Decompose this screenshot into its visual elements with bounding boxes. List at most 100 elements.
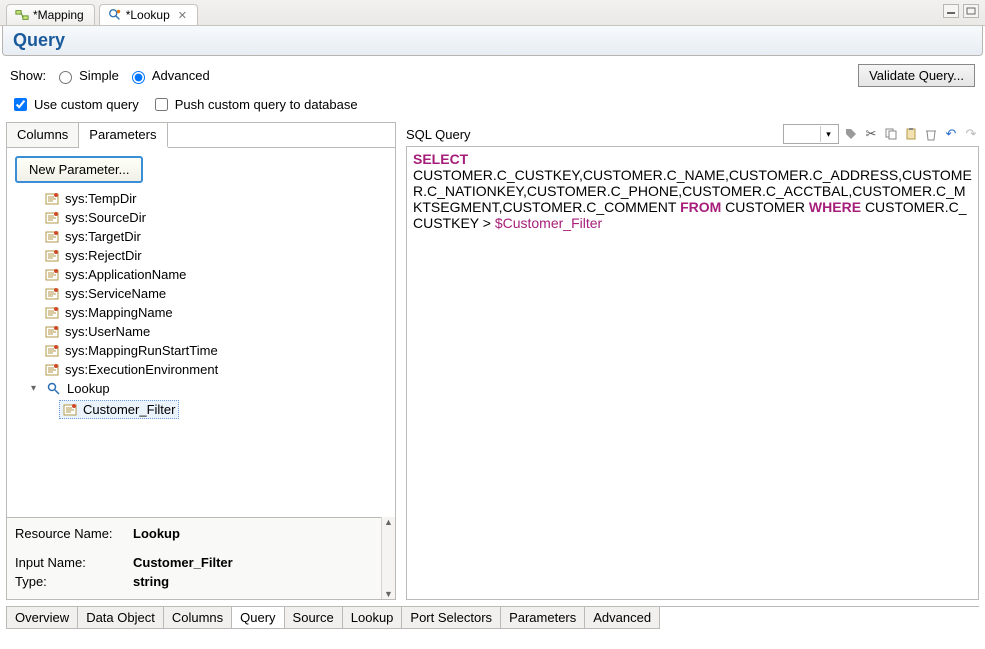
details-scrollbar[interactable]: ▲▼ xyxy=(381,517,395,599)
bottom-tab-query[interactable]: Query xyxy=(232,607,284,629)
subtab-columns[interactable]: Columns xyxy=(7,123,79,147)
param-item[interactable]: sys:ExecutionEnvironment xyxy=(45,360,393,379)
parameter-tree[interactable]: sys:TempDir sys:SourceDir sys:TargetDir … xyxy=(7,187,395,517)
tab-mapping-label: *Mapping xyxy=(33,8,84,22)
maximize-button[interactable] xyxy=(963,4,979,18)
show-label: Show: xyxy=(10,68,46,83)
new-parameter-button[interactable]: New Parameter... xyxy=(15,156,143,183)
bottom-tab-lookup[interactable]: Lookup xyxy=(343,607,403,629)
param-item[interactable]: sys:RejectDir xyxy=(45,246,393,265)
param-customer-filter[interactable]: Customer_Filter xyxy=(59,398,393,421)
param-item-label: sys:SourceDir xyxy=(65,210,146,225)
tab-lookup[interactable]: *Lookup ✕ xyxy=(99,4,198,25)
lookup-icon xyxy=(108,8,122,22)
show-simple-input[interactable] xyxy=(59,71,72,84)
param-item[interactable]: sys:TempDir xyxy=(45,189,393,208)
type-label: Type: xyxy=(15,574,125,589)
redo-icon[interactable]: ↷ xyxy=(963,126,979,142)
param-item-label: sys:RejectDir xyxy=(65,248,142,263)
sql-filter-combo[interactable]: ▾ xyxy=(783,124,839,144)
new-param-wrap: New Parameter... xyxy=(7,148,395,187)
show-simple-label: Simple xyxy=(79,68,119,83)
minimize-button[interactable] xyxy=(943,4,959,18)
show-advanced-input[interactable] xyxy=(132,71,145,84)
param-lookup-node[interactable]: ▾ Lookup xyxy=(31,379,393,398)
bottom-tab-port-selectors[interactable]: Port Selectors xyxy=(402,607,501,629)
param-item-label: sys:ServiceName xyxy=(65,286,166,301)
param-icon xyxy=(45,268,59,282)
param-item-label: sys:ExecutionEnvironment xyxy=(65,362,218,377)
param-icon xyxy=(45,211,59,225)
push-query-label: Push custom query to database xyxy=(175,97,358,112)
sql-param-customer-filter: $Customer_Filter xyxy=(495,215,602,231)
push-query-checkbox[interactable]: Push custom query to database xyxy=(151,95,358,114)
push-query-input[interactable] xyxy=(155,98,168,111)
sql-header: SQL Query ▾ ✂ ↶ ↷ xyxy=(406,122,979,146)
subtab-parameters[interactable]: Parameters xyxy=(79,123,167,148)
lookup-icon xyxy=(47,382,61,396)
param-item[interactable]: sys:ApplicationName xyxy=(45,265,393,284)
right-pane: SQL Query ▾ ✂ ↶ ↷ SELECT CUSTOMER.C_CUST… xyxy=(406,122,979,600)
query-section-header: Query xyxy=(2,26,983,56)
cut-icon[interactable]: ✂ xyxy=(863,126,879,142)
sql-toolbar: ▾ ✂ ↶ ↷ xyxy=(783,124,979,144)
param-item[interactable]: sys:MappingName xyxy=(45,303,393,322)
bottom-tab-data-object[interactable]: Data Object xyxy=(78,607,164,629)
sql-query-label: SQL Query xyxy=(406,127,471,142)
param-item[interactable]: sys:SourceDir xyxy=(45,208,393,227)
chevron-down-icon: ▾ xyxy=(820,126,836,142)
left-pane: Columns Parameters New Parameter... sys:… xyxy=(6,122,396,600)
tag-icon[interactable] xyxy=(843,126,859,142)
show-advanced-radio[interactable]: Advanced xyxy=(127,68,210,84)
resource-name-value: Lookup xyxy=(133,526,180,541)
close-icon[interactable]: ✕ xyxy=(178,9,187,22)
sql-body-2: CUSTOMER xyxy=(725,199,809,215)
bottom-tab-parameters[interactable]: Parameters xyxy=(501,607,585,629)
param-item-label: sys:TempDir xyxy=(65,191,137,206)
main-content: Columns Parameters New Parameter... sys:… xyxy=(6,122,979,600)
type-value: string xyxy=(133,574,169,589)
bottom-tab-overview[interactable]: Overview xyxy=(6,607,78,629)
input-name-label: Input Name: xyxy=(15,555,125,570)
param-item[interactable]: sys:UserName xyxy=(45,322,393,341)
param-icon xyxy=(45,344,59,358)
param-customer-filter-label: Customer_Filter xyxy=(83,402,175,417)
bottom-tab-source[interactable]: Source xyxy=(285,607,343,629)
resource-name-label: Resource Name: xyxy=(15,526,125,541)
param-icon xyxy=(45,230,59,244)
param-icon xyxy=(45,325,59,339)
expand-icon[interactable]: ▾ xyxy=(31,383,41,394)
bottom-tab-columns[interactable]: Columns xyxy=(164,607,232,629)
tab-lookup-label: *Lookup xyxy=(126,8,170,22)
param-item-label: sys:TargetDir xyxy=(65,229,141,244)
left-subtabs: Columns Parameters xyxy=(7,123,395,148)
show-mode-row: Show: Simple Advanced Validate Query... xyxy=(0,56,985,91)
show-advanced-label: Advanced xyxy=(152,68,210,83)
paste-icon[interactable] xyxy=(903,126,919,142)
param-icon xyxy=(45,287,59,301)
parameter-details-pane: Resource Name: Lookup Input Name: Custom… xyxy=(7,517,381,599)
param-item-label: sys:MappingRunStartTime xyxy=(65,343,218,358)
param-icon xyxy=(63,403,77,417)
show-simple-radio[interactable]: Simple xyxy=(54,68,119,84)
use-custom-query-checkbox[interactable]: Use custom query xyxy=(10,95,139,114)
copy-icon[interactable] xyxy=(883,126,899,142)
sql-keyword-where: WHERE xyxy=(809,199,861,215)
validate-query-button[interactable]: Validate Query... xyxy=(858,64,975,87)
sql-keyword-select: SELECT xyxy=(413,151,468,167)
use-custom-query-input[interactable] xyxy=(14,98,27,111)
bottom-tab-bar: Overview Data Object Columns Query Sourc… xyxy=(6,606,979,629)
undo-icon[interactable]: ↶ xyxy=(943,126,959,142)
param-item[interactable]: sys:ServiceName xyxy=(45,284,393,303)
window-controls xyxy=(943,4,979,18)
param-item[interactable]: sys:MappingRunStartTime xyxy=(45,341,393,360)
mapping-icon xyxy=(15,8,29,22)
tab-mapping[interactable]: *Mapping xyxy=(6,4,95,25)
param-item[interactable]: sys:TargetDir xyxy=(45,227,393,246)
sql-keyword-from: FROM xyxy=(680,199,721,215)
param-icon xyxy=(45,363,59,377)
param-icon xyxy=(45,192,59,206)
delete-icon[interactable] xyxy=(923,126,939,142)
sql-query-editor[interactable]: SELECT CUSTOMER.C_CUSTKEY,CUSTOMER.C_NAM… xyxy=(406,146,979,600)
bottom-tab-advanced[interactable]: Advanced xyxy=(585,607,660,629)
